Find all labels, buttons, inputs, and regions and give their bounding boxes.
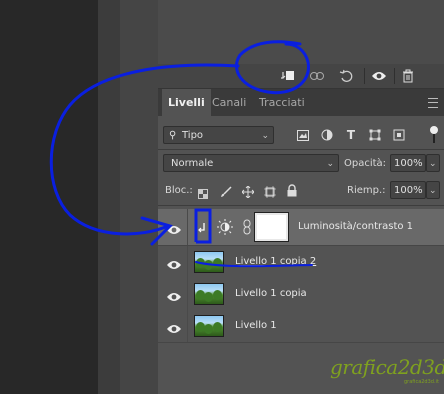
opacity-label: Opacità:: [344, 158, 387, 169]
visibility-eye-icon[interactable]: [166, 320, 182, 333]
image-filter-icon[interactable]: [296, 128, 310, 142]
layer-mask-thumbnail[interactable]: [254, 212, 289, 242]
trash-icon[interactable]: [399, 68, 417, 84]
properties-panel-body: [158, 0, 444, 64]
fill-value: 100%: [394, 185, 423, 196]
visibility-eye-icon[interactable]: [166, 288, 182, 301]
layer-separator: [187, 310, 188, 342]
panel-divider: [158, 149, 444, 150]
panel-divider: [158, 205, 444, 206]
link-icon[interactable]: [308, 68, 326, 84]
layers-panel: ⚲ Tipo ⌄ T Normale ⌄ Opacità: 100% ⌄ Blo…: [158, 116, 444, 394]
chevron-down-icon: ⌄: [429, 159, 437, 169]
tab-livelli[interactable]: Livelli: [162, 89, 211, 116]
filter-kind-select[interactable]: ⚲ Tipo ⌄: [163, 126, 274, 144]
toolbar-separator: [364, 68, 365, 84]
blend-mode-select[interactable]: Normale ⌄: [163, 154, 339, 172]
reset-icon[interactable]: [338, 68, 356, 84]
panel-gutter: [120, 0, 158, 394]
layer-name[interactable]: Livello 1 copia: [235, 288, 307, 299]
filter-kind-label: Tipo: [182, 130, 204, 141]
search-icon: ⚲: [169, 130, 177, 141]
visibility-eye-icon[interactable]: [166, 221, 182, 234]
lock-label: Bloc.:: [165, 185, 193, 196]
lock-artboard-icon[interactable]: [264, 183, 276, 198]
lock-pixels-icon[interactable]: [220, 183, 232, 197]
smart-object-filter-icon[interactable]: [392, 128, 406, 142]
layer-thumbnail: [194, 315, 224, 337]
chevron-down-icon: ⌄: [261, 131, 269, 141]
opacity-value: 100%: [394, 158, 423, 169]
chevron-down-icon: ⌄: [429, 186, 437, 196]
watermark-logo: grafica2d3d: [330, 355, 444, 379]
tab-canali[interactable]: Canali: [206, 89, 252, 116]
tab-tracciati[interactable]: Tracciati: [253, 89, 311, 116]
lock-position-icon[interactable]: [241, 183, 255, 199]
type-filter-icon[interactable]: T: [344, 128, 358, 142]
clip-mask-icon[interactable]: [278, 68, 296, 84]
filter-toggle[interactable]: [430, 126, 438, 144]
layer-name[interactable]: Livello 1: [235, 320, 277, 331]
layer-thumbnail: [194, 283, 224, 305]
layer-separator: [187, 246, 188, 278]
shape-filter-icon[interactable]: [368, 128, 382, 142]
fill-input[interactable]: 100%: [390, 181, 426, 199]
fill-label: Riemp.:: [347, 185, 386, 196]
layer-row-livello-1[interactable]: Livello 1: [158, 310, 444, 343]
clipping-arrow-icon: [198, 220, 208, 234]
adjustment-filter-icon[interactable]: [320, 128, 334, 142]
watermark-subtext: grafica2d3d.it: [404, 379, 439, 385]
layer-row-brightness-contrast[interactable]: Luminosità/contrasto 1: [158, 209, 444, 246]
visibility-icon[interactable]: [370, 68, 388, 84]
visibility-eye-icon[interactable]: [166, 256, 182, 269]
fill-dropdown[interactable]: ⌄: [426, 181, 440, 199]
mask-link-icon[interactable]: [242, 219, 252, 235]
blend-mode-value: Normale: [171, 158, 214, 169]
layer-name[interactable]: Luminosità/contrasto 1: [298, 221, 413, 232]
opacity-dropdown[interactable]: ⌄: [426, 154, 440, 172]
brightness-adjustment-icon: [216, 219, 234, 235]
canvas-border: [98, 0, 120, 394]
opacity-input[interactable]: 100%: [390, 154, 426, 172]
panel-menu-icon[interactable]: [428, 98, 438, 108]
layers-panel-tabs: Livelli Canali Tracciati: [158, 89, 444, 116]
layer-name[interactable]: Livello 1 copia 2: [235, 256, 316, 267]
layer-row-livello-1-copia[interactable]: Livello 1 copia: [158, 278, 444, 311]
lock-transparency-icon[interactable]: [198, 184, 208, 199]
chevron-down-icon: ⌄: [326, 159, 334, 169]
properties-toolbar: [158, 64, 444, 89]
layer-row-livello-1-copia-2[interactable]: Livello 1 copia 2: [158, 246, 444, 279]
lock-all-icon[interactable]: [286, 182, 298, 197]
layer-thumbnail: [194, 251, 224, 273]
layer-separator: [187, 278, 188, 310]
canvas-area: [0, 0, 98, 394]
toolbar-separator: [394, 68, 395, 84]
layer-separator: [187, 209, 188, 245]
